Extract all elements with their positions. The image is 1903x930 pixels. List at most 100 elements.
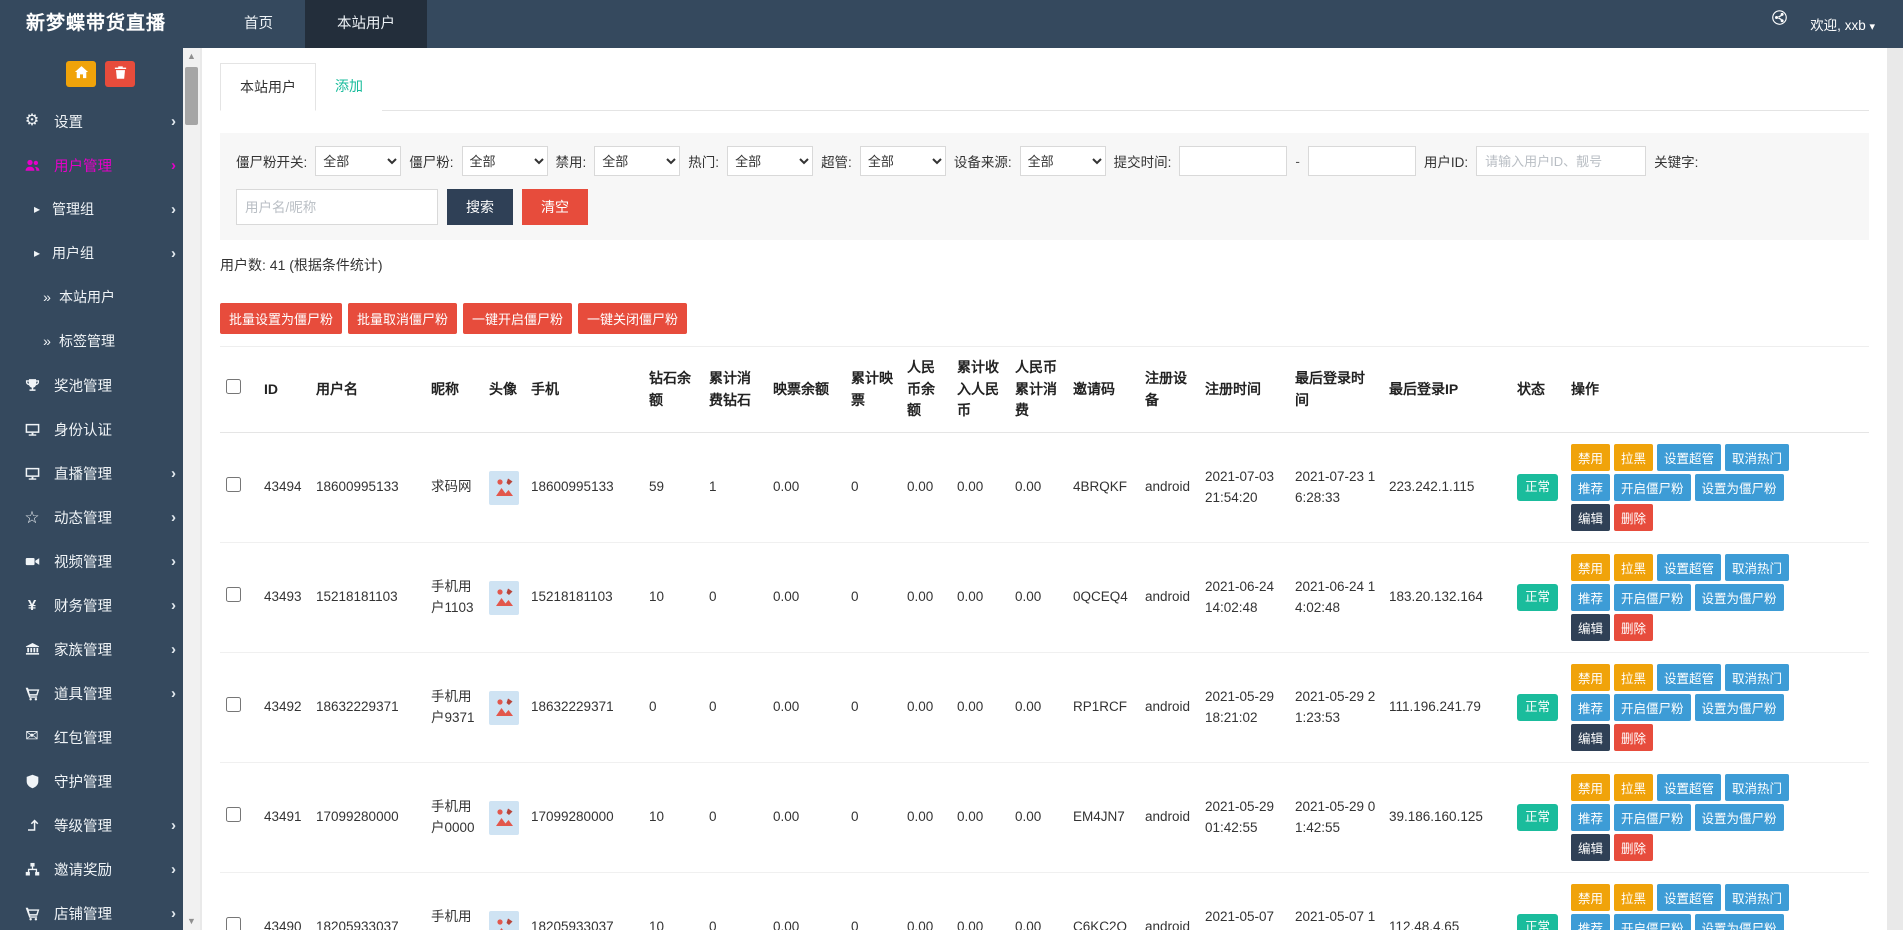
set-super-admin-button[interactable]: 设置超管: [1657, 444, 1721, 471]
disable-button[interactable]: 禁用: [1571, 664, 1610, 691]
sidebar-scrollbar[interactable]: ▲ ▼: [183, 48, 200, 930]
recommend-button[interactable]: 推荐: [1571, 474, 1610, 501]
row-checkbox[interactable]: [226, 477, 241, 492]
enable-zombie-fans-button[interactable]: 开启僵尸粉: [1614, 584, 1691, 611]
set-as-zombie-fan-button[interactable]: 设置为僵尸粉: [1695, 804, 1784, 831]
recommend-button[interactable]: 推荐: [1571, 584, 1610, 611]
set-super-admin-button[interactable]: 设置超管: [1657, 774, 1721, 801]
blacklist-button[interactable]: 拉黑: [1614, 884, 1653, 911]
filter-select[interactable]: 全部: [594, 146, 680, 176]
avatar-image[interactable]: [489, 691, 519, 725]
sidebar-item[interactable]: ▸用户组›: [0, 231, 200, 275]
share-network-icon[interactable]: [1772, 10, 1800, 38]
sidebar-item[interactable]: ✉红包管理: [0, 715, 200, 759]
submit-time-end-input[interactable]: [1308, 146, 1416, 176]
sidebar-item[interactable]: 身份认证: [0, 407, 200, 451]
set-as-zombie-fan-button[interactable]: 设置为僵尸粉: [1695, 474, 1784, 501]
sidebar-item[interactable]: 家族管理›: [0, 627, 200, 671]
edit-button[interactable]: 编辑: [1571, 504, 1610, 531]
delete-button[interactable]: 删除: [1614, 834, 1653, 861]
filter-select[interactable]: 全部: [1020, 146, 1106, 176]
disable-button[interactable]: 禁用: [1571, 554, 1610, 581]
scroll-up-arrow-icon[interactable]: ▲: [183, 48, 200, 65]
sidebar-item[interactable]: ⚙设置›: [0, 99, 200, 143]
trash-button[interactable]: [105, 61, 135, 87]
set-as-zombie-fan-button[interactable]: 设置为僵尸粉: [1695, 694, 1784, 721]
sidebar-item[interactable]: 视频管理›: [0, 539, 200, 583]
delete-button[interactable]: 删除: [1614, 724, 1653, 751]
set-as-zombie-fan-button[interactable]: 设置为僵尸粉: [1695, 584, 1784, 611]
clear-button[interactable]: 清空: [522, 189, 588, 225]
sidebar-item[interactable]: 道具管理›: [0, 671, 200, 715]
disable-button[interactable]: 禁用: [1571, 884, 1610, 911]
batch-action-button[interactable]: 批量设置为僵尸粉: [220, 303, 342, 334]
top-nav-item-0[interactable]: 首页: [212, 0, 305, 48]
tab-add[interactable]: 添加: [316, 63, 382, 111]
search-button[interactable]: 搜索: [447, 189, 513, 225]
sidebar-item[interactable]: 奖池管理: [0, 363, 200, 407]
batch-action-button[interactable]: 批量取消僵尸粉: [348, 303, 457, 334]
username-nickname-input[interactable]: [236, 189, 438, 225]
row-checkbox[interactable]: [226, 917, 241, 930]
row-checkbox[interactable]: [226, 587, 241, 602]
edit-button[interactable]: 编辑: [1571, 724, 1610, 751]
sidebar-item[interactable]: »标签管理: [0, 319, 200, 363]
tab-site-users[interactable]: 本站用户: [220, 63, 316, 111]
cancel-hot-button[interactable]: 取消热门: [1725, 554, 1789, 581]
filter-select[interactable]: 全部: [462, 146, 548, 176]
disable-button[interactable]: 禁用: [1571, 444, 1610, 471]
sidebar-item[interactable]: 用户管理›: [0, 143, 200, 187]
blacklist-button[interactable]: 拉黑: [1614, 554, 1653, 581]
scroll-down-arrow-icon[interactable]: ▼: [183, 913, 200, 930]
set-super-admin-button[interactable]: 设置超管: [1657, 664, 1721, 691]
sidebar-item[interactable]: ☆动态管理›: [0, 495, 200, 539]
blacklist-button[interactable]: 拉黑: [1614, 774, 1653, 801]
edit-button[interactable]: 编辑: [1571, 834, 1610, 861]
batch-action-button[interactable]: 一键关闭僵尸粉: [578, 303, 687, 334]
row-checkbox[interactable]: [226, 697, 241, 712]
submit-time-start-input[interactable]: [1179, 146, 1287, 176]
cancel-hot-button[interactable]: 取消热门: [1725, 444, 1789, 471]
blacklist-button[interactable]: 拉黑: [1614, 444, 1653, 471]
sidebar-item[interactable]: 等级管理›: [0, 803, 200, 847]
select-all-checkbox[interactable]: [226, 379, 241, 394]
home-button[interactable]: [66, 61, 96, 87]
batch-action-button[interactable]: 一键开启僵尸粉: [463, 303, 572, 334]
blacklist-button[interactable]: 拉黑: [1614, 664, 1653, 691]
delete-button[interactable]: 删除: [1614, 614, 1653, 641]
delete-button[interactable]: 删除: [1614, 504, 1653, 531]
avatar-image[interactable]: [489, 581, 519, 615]
filter-select[interactable]: 全部: [727, 146, 813, 176]
sidebar-item[interactable]: 守护管理: [0, 759, 200, 803]
cancel-hot-button[interactable]: 取消热门: [1725, 664, 1789, 691]
top-nav-item-1[interactable]: 本站用户: [305, 0, 427, 48]
set-super-admin-button[interactable]: 设置超管: [1657, 884, 1721, 911]
sidebar-item[interactable]: 店铺管理›: [0, 891, 200, 930]
cancel-hot-button[interactable]: 取消热门: [1725, 884, 1789, 911]
recommend-button[interactable]: 推荐: [1571, 804, 1610, 831]
filter-select[interactable]: 全部: [860, 146, 946, 176]
avatar-image[interactable]: [489, 471, 519, 505]
recommend-button[interactable]: 推荐: [1571, 694, 1610, 721]
row-checkbox[interactable]: [226, 807, 241, 822]
enable-zombie-fans-button[interactable]: 开启僵尸粉: [1614, 474, 1691, 501]
sidebar-item[interactable]: »本站用户: [0, 275, 200, 319]
scrollbar-thumb[interactable]: [185, 67, 198, 125]
recommend-button[interactable]: 推荐: [1571, 914, 1610, 930]
sidebar-item[interactable]: ▸管理组›: [0, 187, 200, 231]
enable-zombie-fans-button[interactable]: 开启僵尸粉: [1614, 804, 1691, 831]
set-as-zombie-fan-button[interactable]: 设置为僵尸粉: [1695, 914, 1784, 930]
disable-button[interactable]: 禁用: [1571, 774, 1610, 801]
avatar-image[interactable]: [489, 801, 519, 835]
set-super-admin-button[interactable]: 设置超管: [1657, 554, 1721, 581]
cancel-hot-button[interactable]: 取消热门: [1725, 774, 1789, 801]
sidebar-item[interactable]: 邀请奖励›: [0, 847, 200, 891]
avatar-image[interactable]: [489, 911, 519, 930]
sidebar-item[interactable]: ¥财务管理›: [0, 583, 200, 627]
enable-zombie-fans-button[interactable]: 开启僵尸粉: [1614, 694, 1691, 721]
enable-zombie-fans-button[interactable]: 开启僵尸粉: [1614, 914, 1691, 930]
user-id-input[interactable]: [1476, 146, 1646, 176]
sidebar-item[interactable]: 直播管理›: [0, 451, 200, 495]
edit-button[interactable]: 编辑: [1571, 614, 1610, 641]
welcome-menu[interactable]: 欢迎, xxb ▾: [1810, 14, 1875, 34]
